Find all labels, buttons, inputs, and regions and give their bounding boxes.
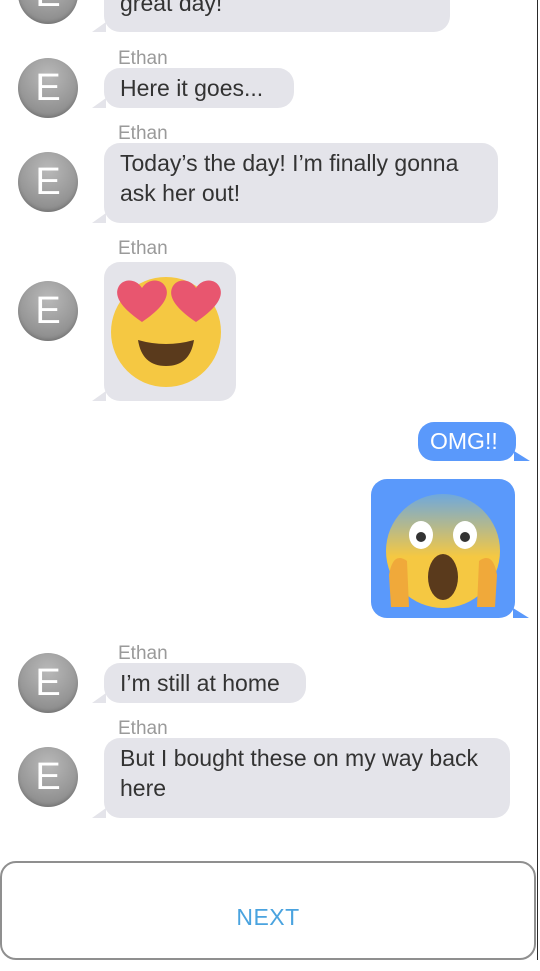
sender-name: Ethan [118,643,168,664]
avatar: E [18,0,78,24]
avatar: E [18,58,78,118]
message-bubble: I’m still at home [92,663,306,703]
avatar: E [18,747,78,807]
message-text: OMG!! [430,428,498,454]
sender-name: Ethan [118,123,168,144]
outgoing-image-message-bubble [371,479,529,618]
heart-eyes-emoji-icon [111,277,221,387]
message-bubble: But I bought these on my way back here [92,738,510,818]
avatar: E [18,653,78,713]
sender-name: Ethan [118,48,168,69]
message-text: Today’s the day! I’m finally gonna ask h… [120,150,459,206]
message-bubble: great day! [92,0,450,32]
screaming-in-fear-emoji-icon [386,494,500,608]
frame-border [537,0,538,960]
message-text: But I bought these on my way back here [120,745,478,801]
message-text: great day! [120,0,223,16]
image-message-bubble [92,262,236,401]
message-bubble: Today’s the day! I’m finally gonna ask h… [92,143,498,223]
sender-name: Ethan [118,238,168,259]
outgoing-message-bubble: OMG!! [418,422,530,461]
message-text: Here it goes... [120,75,264,101]
avatar: E [18,152,78,212]
sender-name: Ethan [118,718,168,739]
message-bubble: Here it goes... [92,68,294,108]
next-button-label: NEXT [236,904,300,930]
next-button[interactable]: NEXT [0,861,536,960]
avatar: E [18,281,78,341]
message-text: I’m still at home [120,670,280,696]
